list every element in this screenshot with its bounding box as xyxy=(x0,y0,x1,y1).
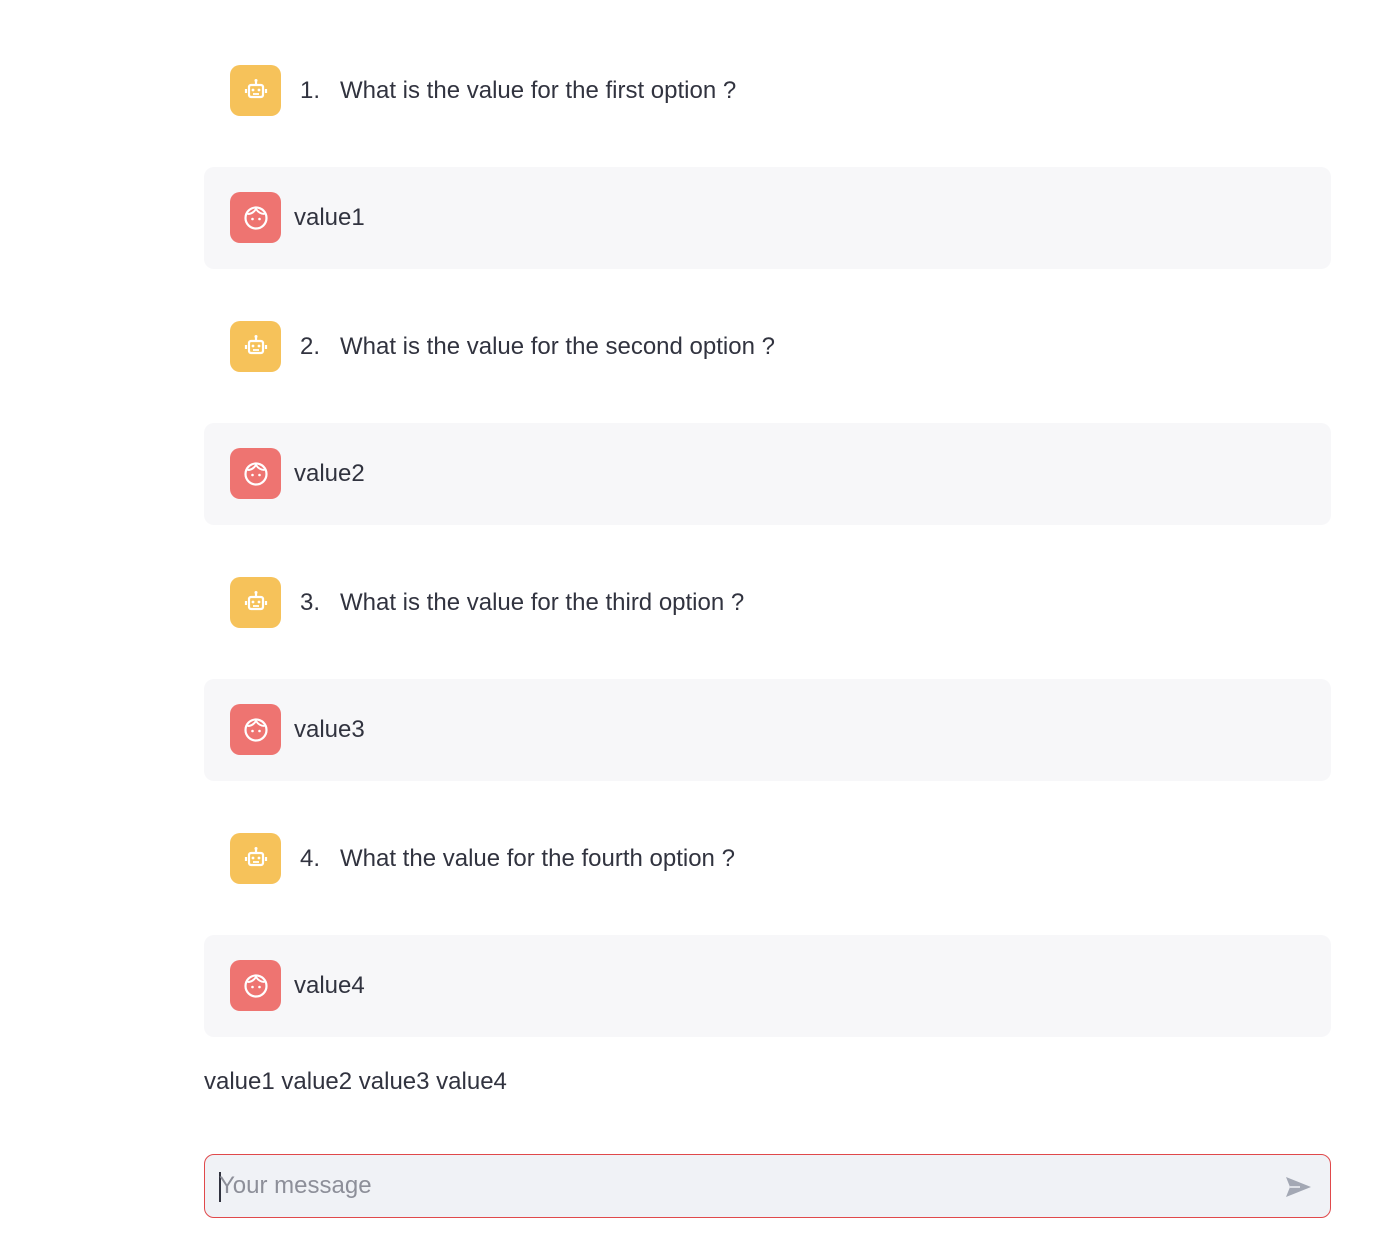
user-face-icon xyxy=(230,192,281,243)
robot-icon xyxy=(230,577,281,628)
user-message: value3 xyxy=(204,679,1331,781)
user-message: value2 xyxy=(204,423,1331,525)
question-number: 4. xyxy=(300,845,321,872)
answer-text: value4 xyxy=(294,972,365,999)
assistant-message: 4. What the value for the fourth option … xyxy=(204,808,1331,910)
question-number: 3. xyxy=(300,589,321,616)
question-text: What the value for the fourth option ? xyxy=(340,845,735,872)
user-message: value4 xyxy=(204,935,1331,1037)
user-face-icon xyxy=(230,448,281,499)
assistant-message: 2. What is the value for the second opti… xyxy=(204,296,1331,398)
question-text: What is the value for the first option ? xyxy=(340,77,737,104)
robot-icon xyxy=(230,833,281,884)
question-text: What is the value for the second option … xyxy=(340,333,775,360)
assistant-message: 1. What is the value for the first optio… xyxy=(204,40,1331,142)
answer-text: value2 xyxy=(294,460,365,487)
assistant-message: 3. What is the value for the third optio… xyxy=(204,552,1331,654)
question-number: 2. xyxy=(300,333,321,360)
summary-text: value1 value2 value3 value4 xyxy=(204,1068,507,1095)
answer-text: value3 xyxy=(294,716,365,743)
question-text: What is the value for the third option ? xyxy=(340,589,745,616)
user-message: value1 xyxy=(204,167,1331,269)
robot-icon xyxy=(230,321,281,372)
chat-input[interactable] xyxy=(217,1163,1259,1209)
user-face-icon xyxy=(230,704,281,755)
chat-input-box[interactable] xyxy=(204,1154,1331,1218)
user-face-icon xyxy=(230,960,281,1011)
send-button[interactable] xyxy=(1280,1169,1316,1205)
send-arrow-icon xyxy=(1286,1177,1311,1197)
robot-icon xyxy=(230,65,281,116)
answer-text: value1 xyxy=(294,204,365,231)
question-number: 1. xyxy=(300,77,321,104)
